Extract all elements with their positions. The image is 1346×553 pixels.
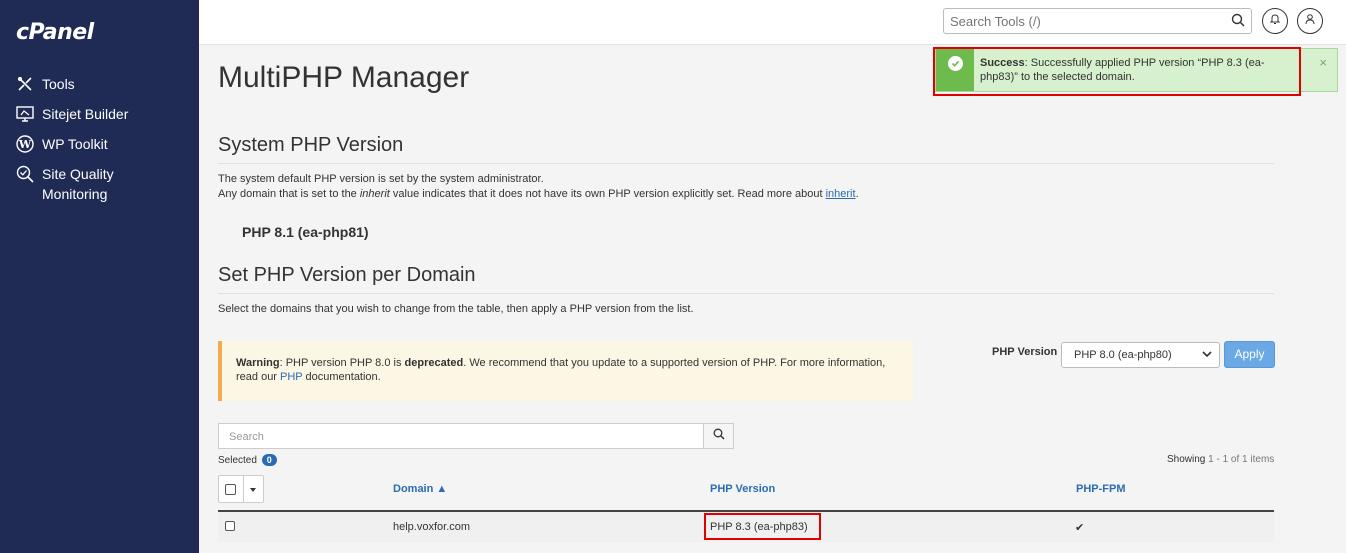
selected-badge: 0: [261, 454, 277, 466]
sidebar-item-label: Sitejet Builder: [42, 106, 129, 122]
select-all-checkbox[interactable]: [225, 484, 236, 495]
search-tools-input[interactable]: [944, 9, 1224, 33]
php-fpm-check-icon: ✔: [1075, 522, 1085, 534]
select-options-caret-icon[interactable]: [250, 488, 256, 492]
search-check-icon: [15, 164, 35, 184]
php-version-highlight-box: [704, 513, 821, 540]
php-version-label: PHP Version: [992, 346, 1058, 358]
alert-highlight-box: [933, 47, 1301, 96]
user-menu-button[interactable]: [1297, 8, 1323, 34]
bell-icon: [1269, 12, 1281, 30]
system-php-description: The system default PHP version is set by…: [218, 173, 859, 200]
monitor-icon: [15, 104, 35, 124]
php-version-select[interactable]: PHP 8.0 (ea-php80): [1061, 342, 1220, 368]
select-all-control[interactable]: [218, 475, 264, 503]
sidebar: cPanel Tools Sitejet Builder W WP Toolki…: [0, 0, 199, 553]
column-header-php-fpm[interactable]: PHP-FPM: [1076, 483, 1126, 495]
divider: [218, 163, 1274, 164]
svg-text:W: W: [18, 138, 32, 151]
sidebar-item-sitejet-builder[interactable]: Sitejet Builder: [0, 100, 199, 130]
top-header: [199, 0, 1346, 45]
sidebar-item-label: WP Toolkit: [42, 136, 108, 152]
sidebar-item-tools[interactable]: Tools: [0, 70, 199, 100]
domain-php-description: Select the domains that you wish to chan…: [218, 303, 694, 315]
php-docs-link[interactable]: PHP: [280, 371, 302, 383]
page-title: MultiPHP Manager: [218, 61, 470, 94]
row-checkbox[interactable]: [225, 521, 235, 531]
sidebar-nav: Tools Sitejet Builder W WP Toolkit Site …: [0, 70, 199, 210]
system-php-version: PHP 8.1 (ea-php81): [242, 224, 369, 240]
domain-search-input[interactable]: Search: [218, 423, 704, 449]
system-php-section-title: System PHP Version: [218, 134, 404, 156]
search-icon[interactable]: [1231, 13, 1245, 32]
sidebar-item-label: Site Quality Monitoring: [42, 166, 114, 202]
selected-count: Selected 0: [218, 454, 277, 466]
tools-icon: [15, 74, 35, 94]
search-tools-field[interactable]: [943, 8, 1252, 34]
notifications-button[interactable]: [1262, 8, 1288, 34]
domain-php-section-title: Set PHP Version per Domain: [218, 264, 476, 286]
divider: [218, 293, 1274, 294]
close-icon[interactable]: ×: [1319, 55, 1327, 70]
main-content: MultiPHP Manager System PHP Version The …: [199, 45, 1346, 553]
domain-search-button[interactable]: [703, 423, 734, 449]
deprecation-warning: Warning: PHP version PHP 8.0 is deprecat…: [218, 341, 913, 401]
sidebar-item-site-quality-monitoring[interactable]: Site Quality Monitoring: [0, 160, 199, 210]
column-header-php-version[interactable]: PHP Version: [710, 483, 775, 495]
sidebar-item-wp-toolkit[interactable]: W WP Toolkit: [0, 130, 199, 160]
pagination-summary: Showing 1 - 1 of 1 items: [1167, 454, 1275, 465]
apply-button[interactable]: Apply: [1224, 341, 1275, 368]
wordpress-icon: W: [15, 134, 35, 154]
user-icon: [1304, 12, 1316, 30]
chevron-down-icon: [1201, 348, 1213, 363]
row-domain: help.voxfor.com: [393, 521, 471, 533]
column-header-domain[interactable]: Domain ▲: [393, 483, 447, 495]
search-icon: [713, 427, 725, 445]
inherit-link[interactable]: inherit: [826, 188, 856, 200]
sidebar-item-label: Tools: [42, 76, 75, 92]
cpanel-logo[interactable]: cPanel: [16, 20, 94, 45]
